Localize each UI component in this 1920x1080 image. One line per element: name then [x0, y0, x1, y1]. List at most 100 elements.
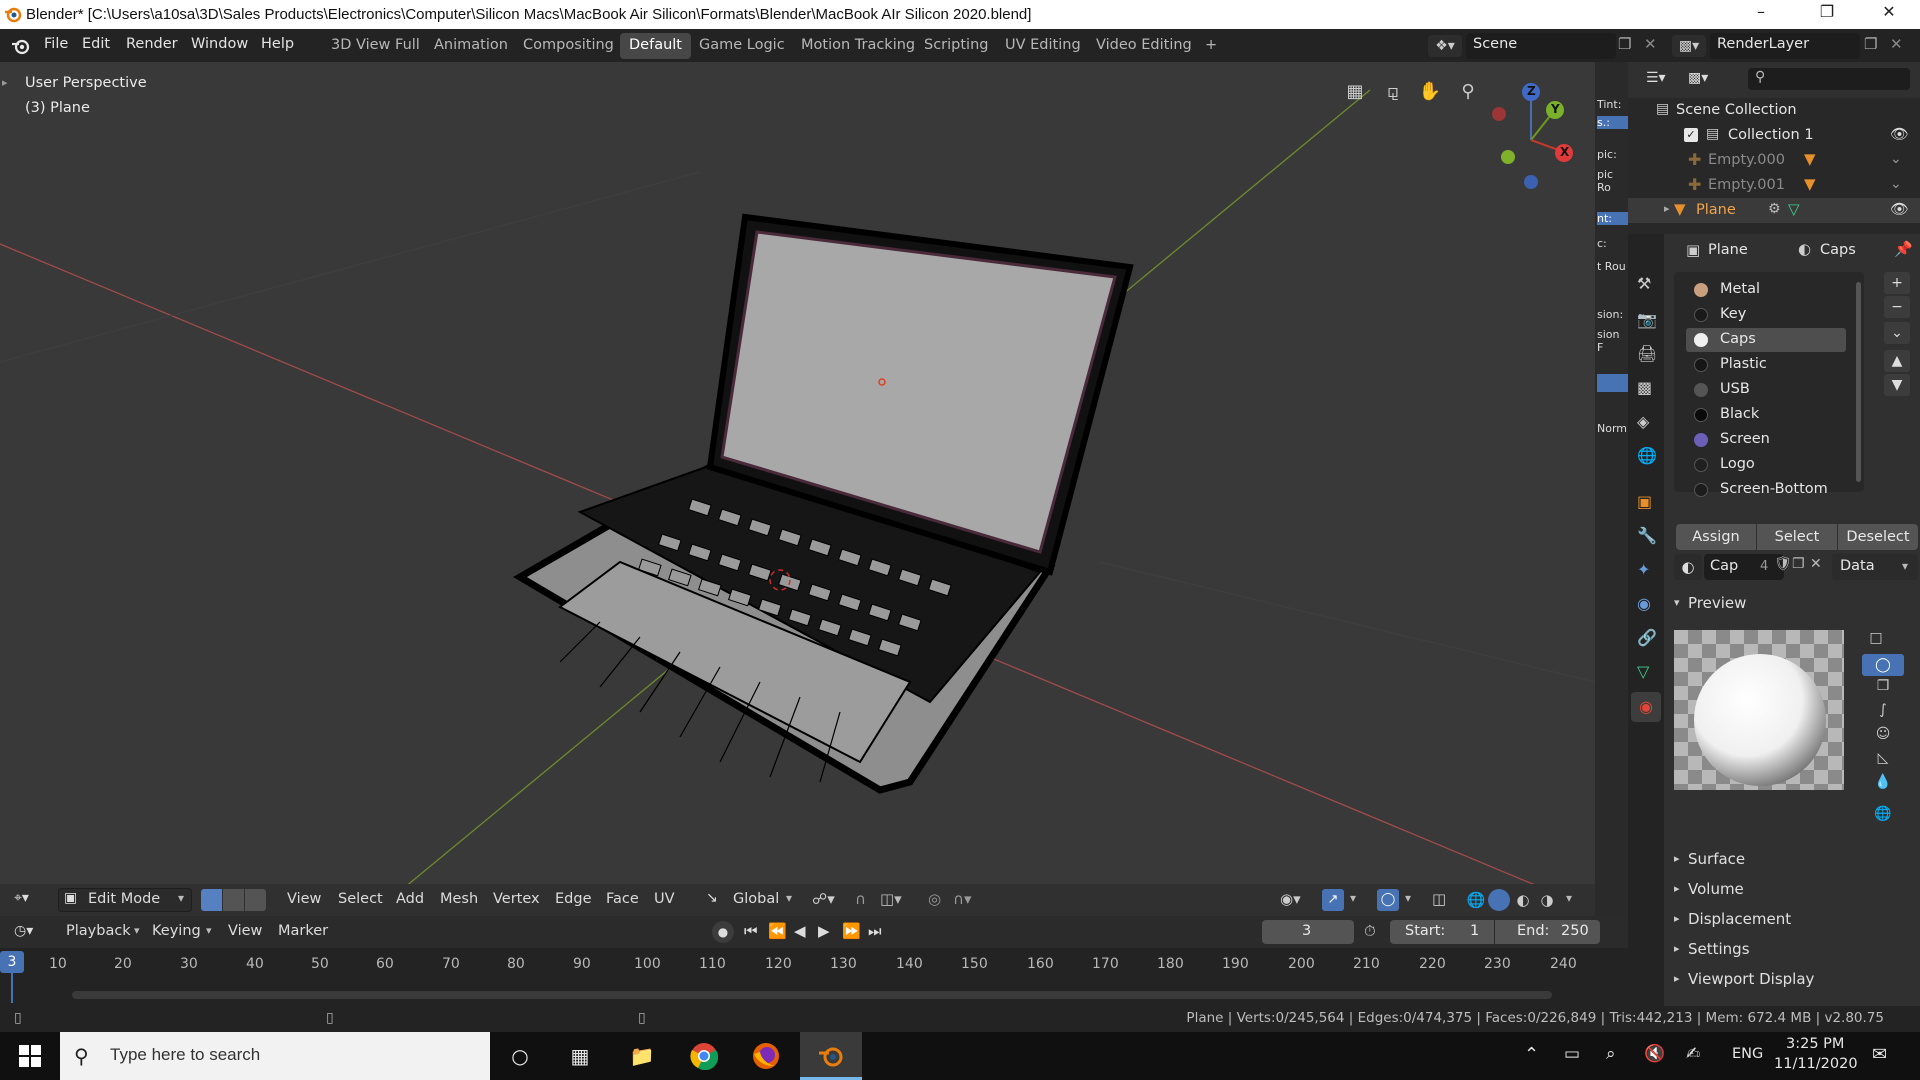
- outliner-row-empty-001[interactable]: ✚ Empty.001 ▼ ⌄: [1628, 173, 1920, 198]
- menu-file[interactable]: File: [44, 36, 68, 52]
- pan-view-icon[interactable]: ✋: [1414, 76, 1446, 108]
- play-icon[interactable]: ▶: [818, 922, 830, 940]
- header-menu-edge[interactable]: Edge: [555, 891, 592, 907]
- render-tab-icon[interactable]: 📷: [1637, 310, 1657, 329]
- scene-selector-icon[interactable]: ❖▾: [1428, 35, 1462, 57]
- windows-start-icon[interactable]: [0, 1032, 60, 1080]
- previous-keyframe-icon[interactable]: ⏪: [768, 922, 787, 940]
- header-menu-face[interactable]: Face: [606, 891, 639, 907]
- file-explorer-icon[interactable]: 📁: [612, 1032, 672, 1080]
- network-icon[interactable]: ⌕: [1606, 1044, 1616, 1064]
- playhead[interactable]: 3: [0, 951, 24, 973]
- wireframe-shading-icon[interactable]: 🌐: [1465, 889, 1487, 911]
- stopwatch-icon[interactable]: ⏱: [1364, 922, 1376, 940]
- pivot-point-icon[interactable]: ☍▾: [812, 890, 835, 908]
- world-tab-icon[interactable]: 🌐: [1637, 446, 1657, 465]
- expand-arrow-icon[interactable]: ▸: [1664, 202, 1670, 215]
- material-slot[interactable]: Black: [1686, 403, 1846, 427]
- preview-world-icon[interactable]: 🌐: [1862, 806, 1904, 828]
- tab-scripting[interactable]: Scripting: [915, 33, 997, 59]
- chevron-down-icon[interactable]: ⌄: [1890, 151, 1902, 167]
- tab-video-editing[interactable]: Video Editing: [1087, 33, 1201, 59]
- delete-scene-icon[interactable]: ✕: [1644, 35, 1657, 53]
- particles-tab-icon[interactable]: ✦: [1637, 560, 1650, 579]
- list-scrollbar[interactable]: [1856, 282, 1861, 482]
- menu-help[interactable]: Help: [261, 36, 294, 52]
- blender-menu-icon[interactable]: [10, 35, 32, 57]
- select-button[interactable]: Select: [1757, 524, 1837, 550]
- header-menu-mesh[interactable]: Mesh: [440, 891, 478, 907]
- notifications-icon[interactable]: ✉: [1872, 1044, 1887, 1065]
- header-menu-uv[interactable]: UV: [654, 891, 675, 907]
- browse-material-icon[interactable]: ◐: [1674, 554, 1702, 580]
- preview-sphere-icon[interactable]: ◯: [1862, 654, 1904, 676]
- pin-icon[interactable]: 📌: [1894, 240, 1913, 258]
- outliner-row-plane[interactable]: ▸ ▼ Plane ⚙ ▽ 👁: [1628, 198, 1920, 223]
- clock-time[interactable]: 3:25 PM: [1786, 1036, 1844, 1052]
- xray-toggle-icon[interactable]: ◫: [1432, 890, 1446, 908]
- move-down-button[interactable]: ▼: [1884, 374, 1910, 396]
- menu-render[interactable]: Render: [126, 36, 178, 52]
- material-slot[interactable]: Screen-Bottom: [1686, 478, 1846, 502]
- preview-cube-icon[interactable]: ❐: [1862, 678, 1904, 700]
- tab-motion-tracking[interactable]: Motion Tracking: [792, 33, 924, 59]
- output-tab-icon[interactable]: 🖨: [1637, 344, 1657, 363]
- preview-cloth-icon[interactable]: ◺: [1862, 750, 1904, 772]
- tab-uv-editing[interactable]: UV Editing: [996, 33, 1090, 59]
- delete-render-layer-icon[interactable]: ✕: [1890, 35, 1903, 53]
- jump-end-icon[interactable]: ⏭: [868, 922, 882, 940]
- tab-game-logic[interactable]: Game Logic: [690, 33, 794, 59]
- unlink-material-icon[interactable]: ✕: [1810, 556, 1822, 572]
- remove-material-slot-button[interactable]: −: [1884, 296, 1910, 318]
- material-slot[interactable]: Metal: [1686, 278, 1846, 302]
- toggle-ortho-icon[interactable]: ▦: [1339, 76, 1371, 108]
- object-tab-icon[interactable]: ▣: [1637, 492, 1652, 511]
- cortana-icon[interactable]: ○: [490, 1032, 550, 1080]
- tool-tab-icon[interactable]: ⚒: [1637, 274, 1651, 293]
- visibility-icon[interactable]: ◉▾: [1280, 890, 1301, 908]
- clock-date[interactable]: 11/11/2020: [1774, 1056, 1858, 1072]
- outliner-row-scene-collection[interactable]: ▤ Scene Collection: [1628, 98, 1920, 123]
- next-keyframe-icon[interactable]: ⏩: [842, 922, 861, 940]
- add-material-slot-button[interactable]: +: [1884, 272, 1910, 294]
- proportional-editing-icon[interactable]: ◎: [928, 890, 941, 908]
- show-hidden-icons[interactable]: ⌃: [1524, 1044, 1539, 1065]
- new-render-layer-icon[interactable]: ❐: [1864, 35, 1877, 53]
- scene-tab-icon[interactable]: ◈: [1637, 412, 1649, 431]
- chevron-down-icon[interactable]: ▾: [1405, 891, 1411, 905]
- timeline-menu-keying[interactable]: Keying: [152, 923, 201, 939]
- material-shading-icon[interactable]: ◐: [1512, 889, 1534, 911]
- solid-shading-icon[interactable]: [1488, 889, 1510, 911]
- close-icon[interactable]: ✕: [1866, 2, 1912, 26]
- gizmo-toggle-icon[interactable]: ↗: [1322, 889, 1344, 911]
- chevron-down-icon[interactable]: ⌄: [1890, 176, 1902, 192]
- minimize-icon[interactable]: –: [1738, 2, 1784, 26]
- new-scene-icon[interactable]: ❐: [1618, 35, 1631, 53]
- object-data-tab-icon[interactable]: ▽: [1637, 662, 1649, 681]
- preview-monkey-icon[interactable]: ☺: [1862, 726, 1904, 748]
- material-slot[interactable]: Screen: [1686, 428, 1846, 452]
- tab-animation[interactable]: Animation: [425, 33, 517, 59]
- outliner-search-input[interactable]: [1748, 68, 1910, 90]
- add-workspace-button[interactable]: +: [1196, 33, 1226, 59]
- zoom-view-icon[interactable]: ⚲: [1452, 76, 1484, 108]
- timeline-menu-marker[interactable]: Marker: [278, 923, 328, 939]
- header-menu-add[interactable]: Add: [396, 891, 424, 907]
- tab-3d-view-full[interactable]: 3D View Full: [322, 33, 429, 59]
- timeline-editor-type-icon[interactable]: ◷▾: [14, 923, 33, 939]
- chevron-down-icon[interactable]: ▾: [1350, 891, 1356, 905]
- displacement-panel-header[interactable]: ▸ Displacement: [1664, 906, 1920, 934]
- viewport-display-panel-header[interactable]: ▸ Viewport Display: [1664, 966, 1920, 994]
- material-slot[interactable]: USB: [1686, 378, 1846, 402]
- maximize-icon[interactable]: ❐: [1804, 2, 1850, 26]
- volume-panel-header[interactable]: ▸ Volume: [1664, 876, 1920, 904]
- record-icon[interactable]: ●: [712, 921, 734, 943]
- physics-tab-icon[interactable]: ◉: [1637, 594, 1651, 613]
- preview-hair-icon[interactable]: ∫: [1862, 702, 1904, 724]
- chrome-icon[interactable]: [674, 1032, 734, 1080]
- outliner-row-empty-000[interactable]: ✚ Empty.000 ▼ ⌄: [1628, 148, 1920, 173]
- timeline[interactable]: 3 10 20 30 40 50 60 70 80 90 100 110 120…: [0, 948, 1628, 1006]
- material-slot[interactable]: Key: [1686, 303, 1846, 327]
- firefox-icon[interactable]: [736, 1032, 796, 1080]
- timeline-scrollbar[interactable]: [72, 991, 1552, 999]
